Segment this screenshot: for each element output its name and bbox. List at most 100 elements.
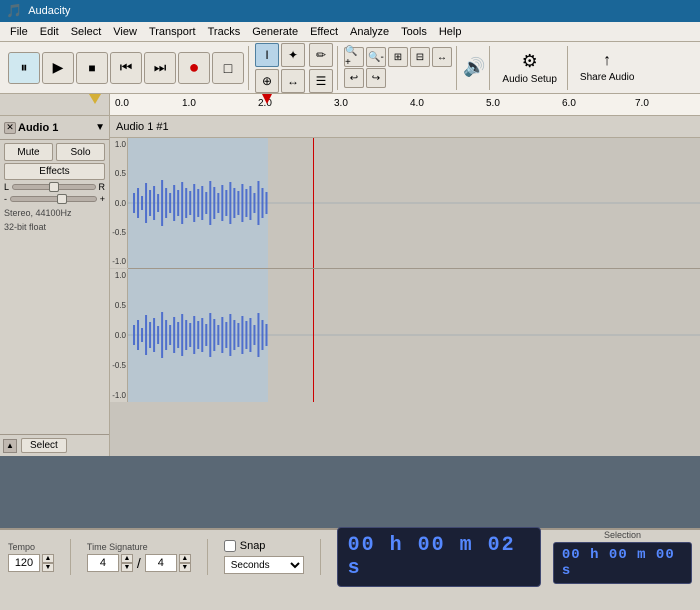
play-button[interactable]: ▶ — [42, 52, 74, 84]
menu-bar: File Edit Select View Transport Tracks G… — [0, 22, 700, 42]
app-icon: 🎵 — [6, 3, 22, 19]
menu-select[interactable]: Select — [65, 25, 108, 39]
waveform-canvas-bottom[interactable] — [128, 269, 700, 402]
audio-setup-section: ⚙ Audio Setup — [492, 46, 568, 90]
tool-zoom[interactable]: ⊕ — [255, 69, 279, 93]
ruler-mark-1: 1.0 — [182, 98, 196, 109]
selection-label: Selection — [553, 530, 692, 540]
tool-ibeam[interactable]: I — [255, 43, 279, 67]
prev-button[interactable]: ⏮ — [110, 52, 142, 84]
snap-label: Snap — [240, 540, 266, 552]
zoom-sel-btn[interactable]: ⊞ — [388, 47, 408, 67]
scale-bottom: 1.0 0.5 0.0 -0.5 -1.0 — [110, 269, 128, 402]
zoom-row-2: ↩ ↪ — [344, 68, 452, 88]
tool-multi[interactable]: ☰ — [309, 69, 333, 93]
track-dropdown-button[interactable]: ▼ — [95, 122, 105, 133]
select-track-button[interactable]: Select — [21, 438, 67, 453]
track-label-bar: Audio 1 #1 — [110, 116, 700, 138]
time-sig-slash: / — [137, 555, 141, 571]
time-sig-num-row: ▲ ▼ — [87, 554, 133, 572]
pause-button[interactable]: ⏸ — [8, 52, 40, 84]
pan-slider[interactable] — [12, 184, 95, 190]
menu-effect[interactable]: Effect — [304, 25, 344, 39]
menu-view[interactable]: View — [107, 25, 143, 39]
pan-label-right: R — [99, 182, 106, 192]
time-sig-denominator[interactable] — [145, 554, 177, 572]
audio-setup-button[interactable]: ⚙ Audio Setup — [496, 49, 563, 87]
gain-thumb[interactable] — [57, 194, 67, 204]
zoom-section: 🔍+ 🔍- ⊞ ⊟ ↔ ↩ ↪ — [340, 46, 457, 90]
collapse-button[interactable]: ▲ — [3, 439, 17, 453]
solo-button[interactable]: Solo — [56, 143, 105, 161]
menu-tracks[interactable]: Tracks — [202, 25, 247, 39]
time-sig-den-down[interactable]: ▼ — [179, 563, 191, 572]
zoom-in-btn[interactable]: 🔍+ — [344, 47, 364, 67]
track-close-button[interactable]: ✕ — [4, 122, 16, 134]
menu-edit[interactable]: Edit — [34, 25, 65, 39]
tool-select[interactable]: ✦ — [281, 43, 305, 67]
snap-section: Snap Seconds — [224, 540, 304, 574]
ruler-mark-6: 6.0 — [562, 98, 576, 109]
main-area: ✕ Audio 1 ▼ Mute Solo Effects L R - — [0, 116, 700, 456]
waveform-canvas-top[interactable] — [128, 138, 700, 268]
menu-analyze[interactable]: Analyze — [344, 25, 395, 39]
divider-2 — [207, 539, 208, 575]
redo-btn[interactable]: ↪ — [366, 68, 386, 88]
tempo-down-btn[interactable]: ▼ — [42, 563, 54, 572]
zoom-fit-btn[interactable]: ⊟ — [410, 47, 430, 67]
select-btn-row: ▲ Select — [0, 434, 109, 456]
ruler-numbers: 0.0 1.0 2.0 3.0 4.0 5.0 6.0 7.0 — [110, 94, 700, 115]
tempo-input[interactable] — [8, 554, 40, 572]
toolbar: ⏸ ▶ ■ ⏮ ⏭ ● □ I ✦ ⊕ ↔ ✏ ☰ 🔍+ 🔍- ⊞ ⊟ ↔ — [0, 42, 700, 94]
time-sig-num-down[interactable]: ▼ — [121, 563, 133, 572]
next-button[interactable]: ⏭ — [144, 52, 176, 84]
gain-slider[interactable] — [10, 196, 97, 202]
pan-row: L R — [4, 182, 105, 192]
waveform-track-bottom: 1.0 0.5 0.0 -0.5 -1.0 — [110, 269, 700, 402]
menu-file[interactable]: File — [4, 25, 34, 39]
tempo-input-row: ▲ ▼ — [8, 554, 54, 572]
tool-slide[interactable]: ↔ — [281, 69, 305, 93]
empty-area — [0, 456, 700, 528]
effects-button[interactable]: Effects — [4, 163, 105, 180]
gain-label-min: - — [4, 194, 7, 204]
share-icon: ↑ — [603, 52, 611, 70]
ruler-mark-0: 0.0 — [115, 98, 129, 109]
time-sig-den-up[interactable]: ▲ — [179, 554, 191, 563]
audio-setup-icon: ⚙ — [522, 51, 538, 72]
waveform-area[interactable]: Audio 1 #1 1.0 0.5 0.0 -0.5 -1.0 — [110, 116, 700, 456]
share-audio-label: Share Audio — [580, 72, 635, 83]
snap-checkbox[interactable] — [224, 540, 236, 552]
ruler-mark-5: 5.0 — [486, 98, 500, 109]
menu-tools[interactable]: Tools — [395, 25, 433, 39]
undo-btn[interactable]: ↩ — [344, 68, 364, 88]
volume-icon: 🔊 — [463, 57, 485, 78]
snap-dropdown[interactable]: Seconds — [224, 556, 304, 574]
menu-transport[interactable]: Transport — [143, 25, 202, 39]
pan-thumb[interactable] — [49, 182, 59, 192]
mute-solo-row: Mute Solo — [4, 143, 105, 161]
pan-label-left: L — [4, 182, 9, 192]
zoom-out-btn[interactable]: 🔍- — [366, 47, 386, 67]
time-sig-num-spinners: ▲ ▼ — [121, 554, 133, 572]
tool-draw[interactable]: ✏ — [309, 43, 333, 67]
time-sig-numerator[interactable] — [87, 554, 119, 572]
tempo-spinners: ▲ ▼ — [42, 554, 54, 572]
waveform-svg-top — [128, 138, 700, 268]
mute-button[interactable]: Mute — [4, 143, 53, 161]
stop-button[interactable]: ■ — [76, 52, 108, 84]
record-button[interactable]: ● — [178, 52, 210, 84]
audio-setup-label: Audio Setup — [502, 74, 557, 85]
gain-label-max: + — [100, 194, 105, 204]
bottom-bar: Tempo ▲ ▼ Time Signature ▲ ▼ / — [0, 528, 700, 584]
track-panel: ✕ Audio 1 ▼ Mute Solo Effects L R - — [0, 116, 110, 456]
gain-row: - + — [4, 194, 105, 204]
tempo-up-btn[interactable]: ▲ — [42, 554, 54, 563]
share-audio-button[interactable]: ↑ Share Audio — [574, 50, 641, 85]
zoom-width-btn[interactable]: ↔ — [432, 47, 452, 67]
menu-help[interactable]: Help — [433, 25, 468, 39]
monitor-button[interactable]: □ — [212, 52, 244, 84]
menu-generate[interactable]: Generate — [246, 25, 304, 39]
time-sig-num-up[interactable]: ▲ — [121, 554, 133, 563]
track-controls-body: Mute Solo Effects L R - + Stereo, 44100H… — [0, 140, 109, 434]
